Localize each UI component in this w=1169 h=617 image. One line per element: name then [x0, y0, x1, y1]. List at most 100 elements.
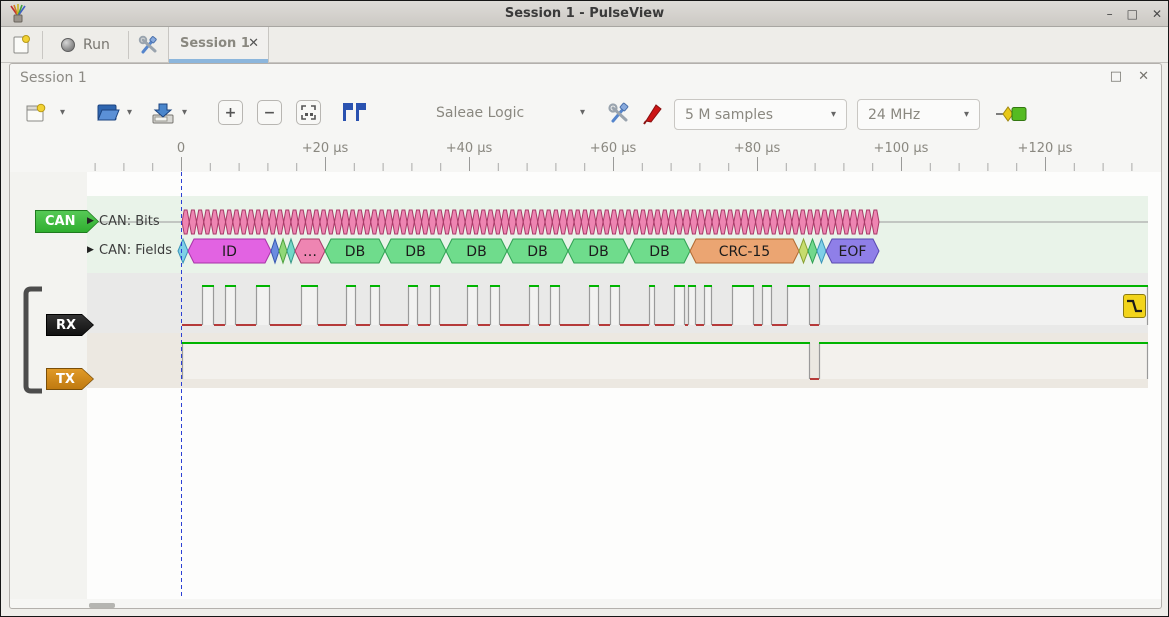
can-bit-annotation[interactable] — [676, 210, 683, 234]
settings-button[interactable] — [136, 32, 162, 58]
can-bit-annotation[interactable] — [734, 210, 741, 234]
can-bit-annotation[interactable] — [516, 210, 523, 234]
can-bit-annotation[interactable] — [371, 210, 378, 234]
can-bit-annotation[interactable] — [443, 210, 450, 234]
can-bit-annotation[interactable] — [647, 210, 654, 234]
save-file-dropdown[interactable]: ▾ — [182, 107, 187, 118]
can-bit-annotation[interactable] — [364, 210, 371, 234]
can-bit-annotation[interactable] — [581, 210, 588, 234]
channel-group-bracket[interactable] — [26, 289, 42, 391]
can-bit-annotation[interactable] — [770, 210, 777, 234]
can-bit-annotation[interactable] — [603, 210, 610, 234]
save-file-button[interactable] — [150, 101, 176, 124]
can-field-annotation[interactable] — [287, 239, 295, 263]
new-view-button[interactable] — [25, 102, 47, 124]
can-bit-annotation[interactable] — [552, 210, 559, 234]
can-bit-annotation[interactable] — [313, 210, 320, 234]
can-bit-annotation[interactable] — [545, 210, 552, 234]
can-bit-annotation[interactable] — [806, 210, 813, 234]
zoom-fit-button[interactable] — [296, 100, 321, 125]
can-bit-annotation[interactable] — [298, 210, 305, 234]
can-bit-annotation[interactable] — [501, 210, 508, 234]
can-bit-annotation[interactable] — [560, 210, 567, 234]
zoom-out-button[interactable]: − — [257, 100, 282, 125]
channel-tag-tx[interactable]: TX — [46, 368, 94, 390]
channel-tag-rx[interactable]: RX — [46, 314, 94, 336]
run-button[interactable]: Run — [53, 31, 118, 59]
can-bit-annotation[interactable] — [494, 210, 501, 234]
can-bit-annotation[interactable] — [218, 210, 225, 234]
can-bit-annotation[interactable] — [458, 210, 465, 234]
can-bit-annotation[interactable] — [276, 210, 283, 234]
can-bit-annotation[interactable] — [756, 210, 763, 234]
can-bit-annotation[interactable] — [668, 210, 675, 234]
can-bit-annotation[interactable] — [589, 210, 596, 234]
can-bit-annotation[interactable] — [480, 210, 487, 234]
can-bit-annotation[interactable] — [792, 210, 799, 234]
add-decoder-button[interactable] — [996, 105, 1028, 123]
sample-rate-combobox[interactable]: 24 MHz ▾ — [857, 99, 980, 130]
can-bit-annotation[interactable] — [378, 210, 385, 234]
tab-close-icon[interactable]: ✕ — [248, 36, 259, 51]
can-bit-annotation[interactable] — [821, 210, 828, 234]
can-bit-annotation[interactable] — [305, 210, 312, 234]
close-button[interactable]: ✕ — [1152, 8, 1162, 20]
can-bit-annotation[interactable] — [690, 210, 697, 234]
can-bit-annotation[interactable] — [487, 210, 494, 234]
can-bit-annotation[interactable] — [661, 210, 668, 234]
can-bit-annotation[interactable] — [349, 210, 356, 234]
can-bit-annotation[interactable] — [843, 210, 850, 234]
can-bit-annotation[interactable] — [835, 210, 842, 234]
can-bit-annotation[interactable] — [509, 210, 516, 234]
can-field-annotation[interactable] — [808, 239, 817, 263]
can-bit-annotation[interactable] — [436, 210, 443, 234]
can-bit-annotation[interactable] — [632, 210, 639, 234]
can-bit-annotation[interactable] — [683, 210, 690, 234]
can-bit-annotation[interactable] — [639, 210, 646, 234]
new-session-button[interactable] — [9, 32, 35, 58]
expander-icon[interactable]: ▶ — [87, 245, 94, 255]
can-field-annotation[interactable] — [178, 239, 188, 263]
can-bit-annotation[interactable] — [240, 210, 247, 234]
can-bit-annotation[interactable] — [574, 210, 581, 234]
horizontal-scrollbar-thumb[interactable] — [89, 603, 115, 608]
can-bit-annotation[interactable] — [872, 210, 879, 234]
can-bit-annotation[interactable] — [414, 210, 421, 234]
can-bit-annotation[interactable] — [197, 210, 204, 234]
tab-session-1[interactable]: Session 1 ✕ — [168, 27, 269, 63]
can-bit-annotation[interactable] — [320, 210, 327, 234]
can-bit-annotation[interactable] — [211, 210, 218, 234]
can-bit-annotation[interactable] — [356, 210, 363, 234]
can-bit-annotation[interactable] — [226, 210, 233, 234]
can-bit-annotation[interactable] — [799, 210, 806, 234]
can-bit-annotation[interactable] — [618, 210, 625, 234]
can-bit-annotation[interactable] — [705, 210, 712, 234]
can-bit-annotation[interactable] — [828, 210, 835, 234]
can-bit-annotation[interactable] — [233, 210, 240, 234]
can-bit-annotation[interactable] — [291, 210, 298, 234]
can-bit-annotation[interactable] — [719, 210, 726, 234]
zoom-in-button[interactable]: + — [218, 100, 243, 125]
can-bit-annotation[interactable] — [422, 210, 429, 234]
can-bit-annotation[interactable] — [538, 210, 545, 234]
can-bit-annotation[interactable] — [850, 210, 857, 234]
trigger-flags-button[interactable] — [342, 102, 368, 122]
maximize-button[interactable]: □ — [1127, 8, 1138, 20]
can-bit-annotation[interactable] — [262, 210, 269, 234]
can-bit-annotation[interactable] — [785, 210, 792, 234]
can-bit-annotation[interactable] — [814, 210, 821, 234]
dock-float-button[interactable]: □ — [1110, 70, 1122, 83]
device-selector[interactable]: Saleae Logic — [436, 105, 524, 121]
new-view-dropdown[interactable]: ▾ — [60, 107, 65, 118]
can-field-annotation[interactable] — [271, 239, 279, 263]
can-bit-annotation[interactable] — [400, 210, 407, 234]
can-bit-annotation[interactable] — [189, 210, 196, 234]
can-bit-annotation[interactable] — [567, 210, 574, 234]
can-bit-annotation[interactable] — [697, 210, 704, 234]
can-bit-annotation[interactable] — [625, 210, 632, 234]
can-bit-annotation[interactable] — [342, 210, 349, 234]
can-bit-annotation[interactable] — [654, 210, 661, 234]
dock-close-button[interactable]: ✕ — [1138, 70, 1149, 83]
trace-view[interactable]: ID…DBDBDBDBDBDBCRC-15EOF CAN ▶ CAN: Bits… — [10, 172, 1161, 599]
trigger-marker[interactable] — [1123, 294, 1146, 318]
